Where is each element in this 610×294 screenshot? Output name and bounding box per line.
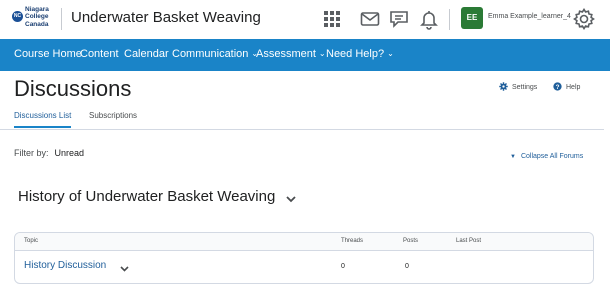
minibar: NC Niagara College Canada Underwater Bas… bbox=[0, 0, 610, 38]
topic-link[interactable]: History Discussion bbox=[24, 260, 106, 271]
column-header-threads: Threads bbox=[341, 238, 364, 244]
logo-divider bbox=[61, 8, 62, 30]
help-label: Help bbox=[566, 84, 581, 91]
column-header-posts: Posts bbox=[403, 238, 419, 244]
logo-text: Niagara College Canada bbox=[25, 6, 49, 28]
avatar[interactable]: EE bbox=[461, 7, 483, 29]
nav-item-need-help[interactable]: Need Help? ⌄ bbox=[326, 48, 394, 60]
forum-table: Topic Threads Posts Last Post History Di… bbox=[14, 232, 594, 284]
chevron-down-icon: ⌄ bbox=[318, 49, 326, 58]
nav-label: Communication bbox=[172, 48, 249, 60]
grid-icon[interactable] bbox=[321, 8, 343, 30]
filter-label: Filter by: bbox=[14, 148, 49, 158]
course-navbar: Course Home Content Calendar Communicati… bbox=[0, 39, 610, 71]
page-title: Discussions bbox=[14, 76, 132, 101]
tab-discussions-list[interactable]: Discussions List bbox=[14, 111, 71, 120]
settings-label: Settings bbox=[512, 84, 538, 91]
user-name[interactable]: Emma Example_learner_4 bbox=[488, 13, 571, 20]
table-row: History Discussion 0 0 bbox=[15, 251, 593, 283]
nav-item-calendar[interactable]: Calendar bbox=[124, 48, 169, 60]
user-divider bbox=[449, 9, 450, 30]
help-button[interactable]: ? Help bbox=[553, 82, 580, 91]
mail-icon[interactable] bbox=[359, 8, 381, 30]
nav-label: Assessment bbox=[256, 48, 316, 60]
nav-item-course-home[interactable]: Course Home bbox=[14, 48, 82, 60]
nav-label: Content bbox=[80, 48, 119, 60]
tabs-divider bbox=[0, 129, 604, 130]
posts-count: 0 bbox=[405, 263, 409, 270]
threads-count: 0 bbox=[341, 263, 345, 270]
filter-dropdown[interactable]: Unread bbox=[55, 148, 85, 158]
chevron-down-icon[interactable] bbox=[119, 263, 130, 274]
collapse-label: Collapse All Forums bbox=[520, 153, 584, 160]
gear-icon[interactable] bbox=[572, 7, 596, 31]
forum-category-title[interactable]: History of Underwater Basket Weaving bbox=[18, 188, 275, 205]
college-logo[interactable]: NC Niagara College Canada bbox=[12, 6, 58, 32]
column-header-topic: Topic bbox=[24, 238, 39, 244]
collapse-all-forums-link[interactable]: ▼ Collapse All Forums bbox=[510, 153, 583, 160]
triangle-down-icon: ▼ bbox=[510, 154, 516, 160]
tab-subscriptions[interactable]: Subscriptions bbox=[89, 111, 137, 120]
chat-icon[interactable] bbox=[388, 8, 410, 30]
nav-label: Calendar bbox=[124, 48, 169, 60]
bell-icon[interactable] bbox=[418, 8, 440, 30]
nav-label: Need Help? bbox=[326, 48, 385, 60]
filter-row: Filter by: Unread bbox=[14, 148, 84, 158]
course-title[interactable]: Underwater Basket Weaving bbox=[71, 9, 261, 26]
active-tab-indicator bbox=[14, 126, 71, 128]
column-header-last-post: Last Post bbox=[456, 238, 482, 244]
svg-text:?: ? bbox=[556, 84, 560, 91]
chevron-down-icon[interactable] bbox=[284, 192, 298, 206]
nav-item-assessment[interactable]: Assessment ⌄ bbox=[256, 48, 326, 60]
logo-badge: NC bbox=[12, 11, 23, 22]
table-header: Topic Threads Posts Last Post bbox=[15, 233, 593, 251]
chevron-down-icon: ⌄ bbox=[387, 49, 394, 58]
settings-button[interactable]: Settings bbox=[499, 82, 537, 91]
nav-item-content[interactable]: Content bbox=[80, 48, 119, 60]
tab-bar: Discussions List Subscriptions bbox=[0, 108, 610, 130]
nav-item-communication[interactable]: Communication ⌄ bbox=[172, 48, 258, 60]
nav-label: Course Home bbox=[14, 48, 82, 60]
settings-icon bbox=[499, 82, 508, 91]
help-icon: ? bbox=[553, 82, 562, 91]
